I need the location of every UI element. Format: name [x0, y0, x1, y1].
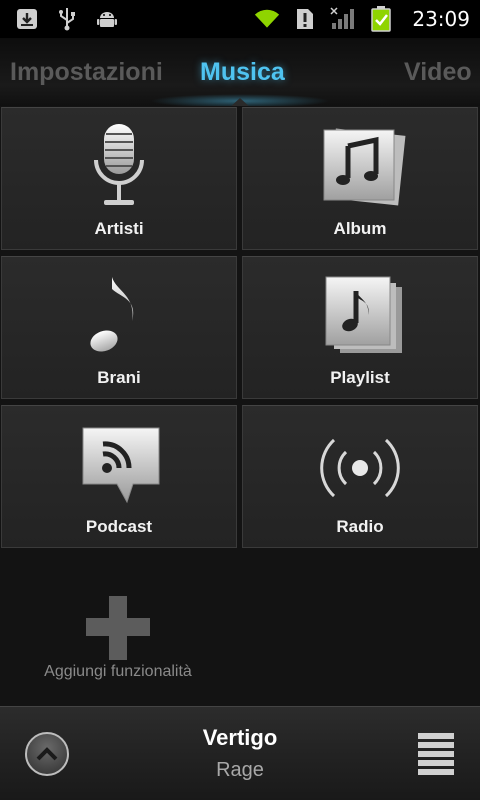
status-bar: 23:09 — [0, 0, 480, 38]
tile-label: Radio — [336, 517, 384, 536]
podcast-icon — [59, 420, 179, 510]
tab-header: Impostazioni Musica Video — [0, 38, 480, 106]
now-playing-artist: Rage — [216, 759, 264, 781]
alert-icon — [292, 6, 318, 32]
add-feature-label: Aggiungi funzionalità — [44, 663, 192, 680]
android-icon — [94, 6, 120, 32]
tile-label: Artisti — [94, 219, 144, 238]
tab-video[interactable]: Video — [404, 58, 472, 87]
music-menu-grid: Artisti Album Brani Playlist Podcast Rad… — [0, 106, 480, 706]
plus-icon — [86, 596, 150, 660]
tile-playlist[interactable]: Playlist — [242, 256, 478, 399]
tile-podcast[interactable]: Podcast — [1, 405, 237, 548]
add-feature-button[interactable]: Aggiungi funzionalità — [0, 556, 236, 699]
signal-icon — [330, 6, 356, 32]
list-icon[interactable] — [418, 733, 454, 775]
music-note-icon — [59, 271, 179, 361]
battery-charging-icon — [368, 6, 394, 32]
now-playing-title: Vertigo — [202, 725, 278, 750]
tile-label: Podcast — [85, 517, 153, 536]
download-icon — [14, 6, 40, 32]
radio-icon — [300, 420, 420, 510]
album-icon — [300, 122, 420, 212]
microphone-icon — [59, 122, 179, 212]
usb-icon — [54, 6, 80, 32]
tile-album[interactable]: Album — [242, 107, 478, 250]
tile-label: Playlist — [330, 368, 390, 387]
clock: 23:09 — [412, 7, 470, 31]
now-playing-bar[interactable]: Vertigo Rage — [0, 706, 480, 800]
wifi-icon — [254, 6, 280, 32]
tile-artisti[interactable]: Artisti — [1, 107, 237, 250]
tile-radio[interactable]: Radio — [242, 405, 478, 548]
tile-label: Album — [333, 219, 387, 238]
playlist-icon — [300, 271, 420, 361]
tab-impostazioni[interactable]: Impostazioni — [10, 58, 163, 87]
tile-brani[interactable]: Brani — [1, 256, 237, 399]
tab-musica[interactable]: Musica — [200, 58, 285, 87]
tile-label: Brani — [97, 368, 141, 387]
